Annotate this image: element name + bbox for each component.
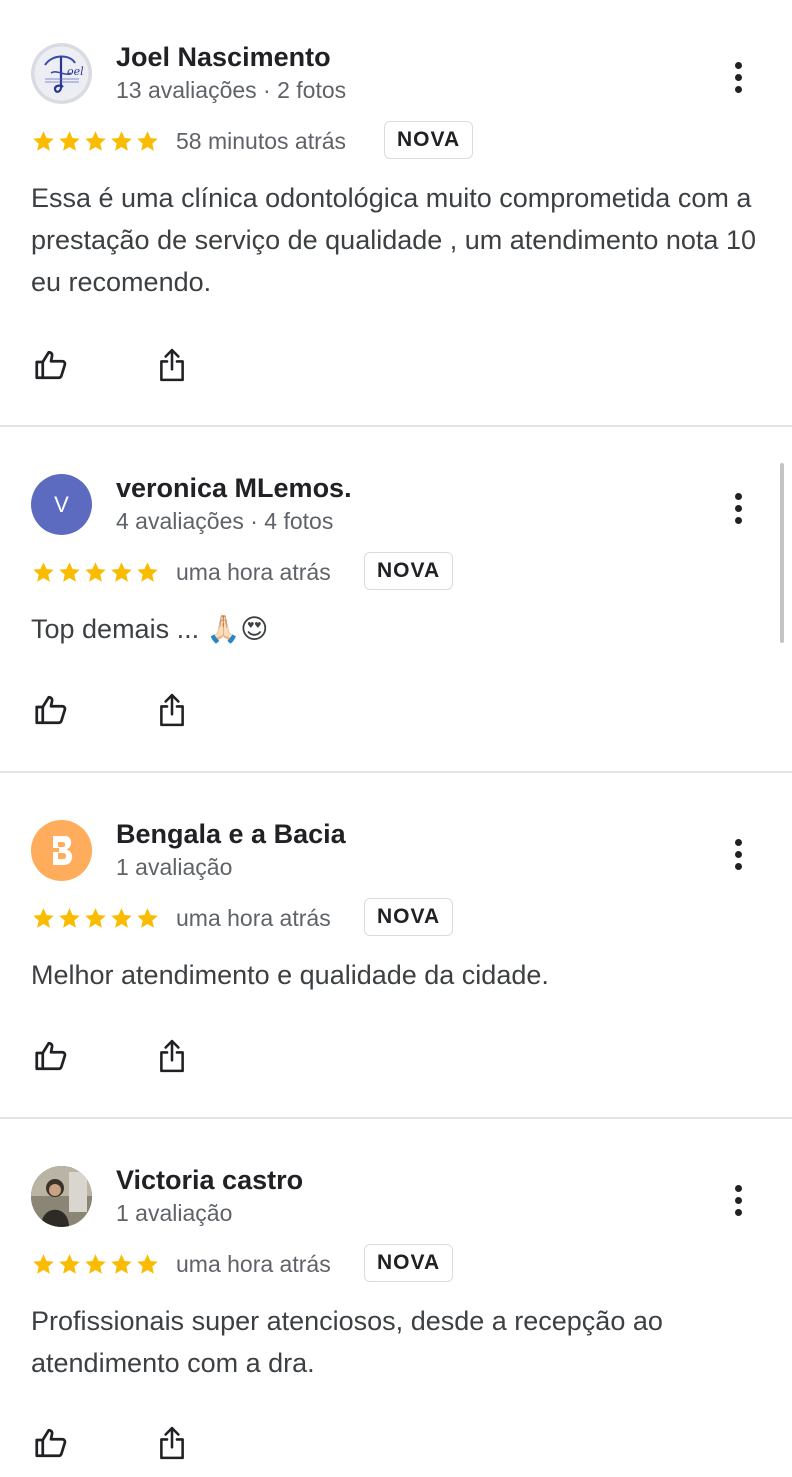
star-icon (137, 562, 158, 582)
star-icon (33, 131, 54, 151)
star-icon (111, 131, 132, 151)
more-options-button[interactable] (720, 53, 756, 101)
review-time: uma hora atrás (176, 905, 331, 931)
photo-avatar-icon (31, 1166, 92, 1227)
share-icon (160, 693, 184, 727)
share-button[interactable] (152, 1423, 192, 1463)
reviewer-name[interactable]: veronica MLemos. (116, 473, 352, 504)
share-button[interactable] (152, 1036, 192, 1076)
star-icon (137, 1254, 158, 1274)
new-badge: NOVA (364, 898, 454, 936)
star-icon (33, 1254, 54, 1274)
more-vert-icon (734, 838, 742, 846)
scrollbar[interactable] (780, 463, 784, 643)
avatar[interactable] (31, 820, 92, 881)
star-icon (85, 908, 106, 928)
review-text: Essa é uma clínica odontológica muito co… (31, 183, 756, 297)
like-button[interactable] (31, 690, 71, 730)
star-icon (85, 562, 106, 582)
star-rating (31, 906, 160, 931)
share-icon (160, 348, 184, 382)
joel-logo-avatar-icon: oel (31, 43, 92, 104)
more-options-button[interactable] (720, 1176, 756, 1224)
star-icon (33, 908, 54, 928)
thumbs-up-icon (35, 350, 67, 380)
star-icon (85, 1254, 106, 1274)
reviewer-meta: 1 avaliação (116, 854, 233, 880)
more-options-button[interactable] (720, 830, 756, 878)
review-time: uma hora atrás (176, 1251, 331, 1277)
letter-b-avatar-icon (31, 820, 92, 881)
reviewer-meta: 1 avaliação (116, 1200, 233, 1226)
review-time: uma hora atrás (176, 559, 331, 585)
star-icon (59, 1254, 80, 1274)
star-rating (31, 560, 160, 585)
thumbs-up-icon (35, 1428, 67, 1458)
reviewer-meta: 4 avaliações · 4 fotos (116, 508, 334, 534)
star-icon (85, 131, 106, 151)
svg-text:oel: oel (67, 65, 84, 78)
review-text: Profissionais super atenciosos, desde a … (31, 1306, 663, 1378)
avatar[interactable] (31, 1166, 92, 1227)
more-options-button[interactable] (720, 484, 756, 532)
review-time: 58 minutos atrás (176, 128, 347, 154)
divider (0, 771, 792, 773)
new-badge: NOVA (384, 121, 474, 159)
like-button[interactable] (31, 1423, 71, 1463)
share-icon (160, 1039, 184, 1073)
star-icon (59, 562, 80, 582)
avatar-letter: V (54, 491, 69, 517)
review-text: Melhor atendimento e qualidade da cidade… (31, 960, 549, 990)
more-vert-icon (734, 492, 742, 500)
avatar[interactable]: oel (31, 43, 92, 104)
like-button[interactable] (31, 1036, 71, 1076)
thumbs-up-icon (35, 695, 67, 725)
avatar[interactable]: V (31, 474, 92, 535)
reviewer-name[interactable]: Victoria castro (116, 1165, 303, 1196)
divider (0, 1117, 792, 1119)
reviewer-name[interactable]: Bengala e a Bacia (116, 819, 346, 850)
star-icon (33, 562, 54, 582)
star-rating (31, 1252, 160, 1277)
star-rating (31, 129, 160, 154)
like-button[interactable] (31, 345, 71, 385)
star-icon (137, 908, 158, 928)
share-button[interactable] (152, 345, 192, 385)
star-icon (111, 562, 132, 582)
more-vert-icon (734, 1184, 742, 1192)
review-text: Top demais ... 🙏🏻😍 (31, 614, 269, 644)
reviewer-name[interactable]: Joel Nascimento (116, 42, 331, 73)
thumbs-up-icon (35, 1041, 67, 1071)
divider (0, 425, 792, 427)
star-icon (111, 908, 132, 928)
share-button[interactable] (152, 690, 192, 730)
star-icon (59, 131, 80, 151)
star-icon (59, 908, 80, 928)
new-badge: NOVA (364, 552, 454, 590)
reviewer-meta: 13 avaliações · 2 fotos (116, 77, 347, 103)
star-icon (137, 131, 158, 151)
more-vert-icon (734, 61, 742, 69)
share-icon (160, 1426, 184, 1460)
new-badge: NOVA (364, 1244, 454, 1282)
star-icon (111, 1254, 132, 1274)
